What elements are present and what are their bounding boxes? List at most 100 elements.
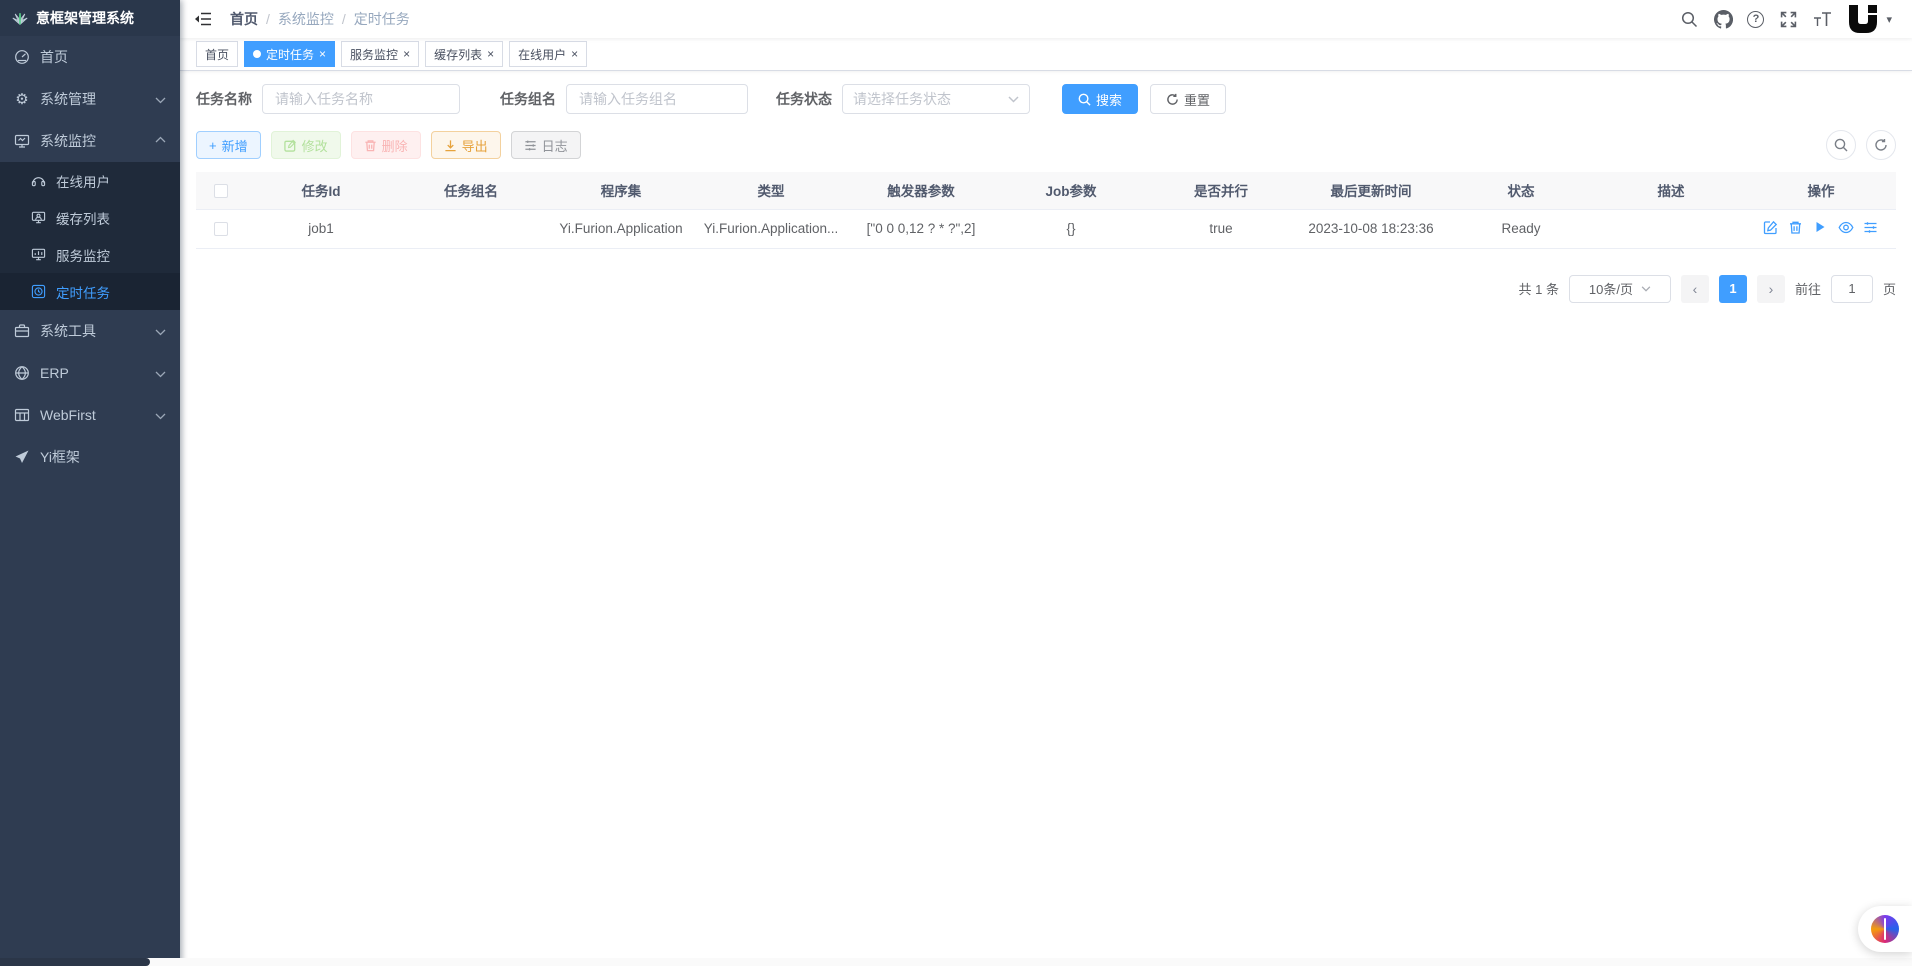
cell-assembly: Yi.Furion.Application <box>546 209 696 248</box>
sidebar-item-label: 缓存列表 <box>56 208 110 228</box>
row-run-icon[interactable] <box>1813 220 1829 236</box>
sidebar-item-cache-list[interactable]: 缓存列表 <box>0 199 180 236</box>
cell-status: Ready <box>1446 209 1596 248</box>
fullscreen-icon[interactable] <box>1778 9 1798 29</box>
tab-cache-list[interactable]: 缓存列表 × <box>425 41 503 67</box>
page-size-select[interactable]: 10条/页 <box>1569 275 1671 303</box>
font-size-icon[interactable] <box>1812 9 1832 29</box>
headset-icon <box>30 173 46 189</box>
reset-button[interactable]: 重置 <box>1150 84 1226 114</box>
sidebar-item-label: WebFirst <box>40 407 96 423</box>
breadcrumb-home[interactable]: 首页 <box>230 9 258 29</box>
github-icon[interactable] <box>1713 9 1733 29</box>
gear-icon: ⚙ <box>14 91 30 107</box>
briefcase-icon <box>14 323 30 339</box>
col-concurrent: 是否并行 <box>1146 172 1296 209</box>
sidebar-item-erp[interactable]: ERP <box>0 352 180 394</box>
col-status: 状态 <box>1446 172 1596 209</box>
sidebar-item-label: 系统管理 <box>40 89 96 109</box>
tab-close-icon[interactable]: × <box>403 48 410 60</box>
sidebar-item-webfirst[interactable]: WebFirst <box>0 394 180 436</box>
app-title: 意框架管理系统 <box>36 8 134 28</box>
col-job-args: Job参数 <box>996 172 1146 209</box>
leaf-logo-icon <box>12 10 28 26</box>
download-icon <box>444 139 457 152</box>
log-button[interactable]: 日志 <box>511 131 581 159</box>
select-all-checkbox[interactable] <box>214 184 228 198</box>
timer-icon <box>30 284 46 300</box>
server-monitor-icon <box>30 247 46 263</box>
assistant-fab-button[interactable] <box>1858 906 1912 952</box>
caret-down-icon: ▾ <box>1886 13 1892 26</box>
sidebar-item-scheduled-tasks[interactable]: 定时任务 <box>0 273 180 310</box>
sidebar-item-system-tools[interactable]: 系统工具 <box>0 310 180 352</box>
table-row[interactable]: job1 Yi.Furion.Application Yi.Furion.App… <box>196 209 1896 248</box>
delete-button[interactable]: 删除 <box>351 131 421 159</box>
row-checkbox[interactable] <box>214 222 228 236</box>
tab-online-users[interactable]: 在线用户 × <box>509 41 587 67</box>
refresh-table-button[interactable] <box>1866 130 1896 160</box>
tab-close-icon[interactable]: × <box>487 48 494 60</box>
chevron-down-icon <box>155 407 166 423</box>
page-unit-label: 页 <box>1883 279 1896 298</box>
edit-button[interactable]: 修改 <box>271 131 341 159</box>
row-delete-icon[interactable] <box>1788 220 1804 236</box>
task-status-label: 任务状态 <box>776 89 832 109</box>
cell-updated-at: 2023-10-08 18:23:36 <box>1296 209 1446 248</box>
row-edit-icon[interactable] <box>1763 220 1779 236</box>
tab-label: 在线用户 <box>518 46 566 63</box>
breadcrumb: 首页 / 系统监控 / 定时任务 <box>230 9 410 29</box>
select-placeholder: 请选择任务状态 <box>853 89 951 109</box>
page-number-current[interactable]: 1 <box>1719 275 1747 303</box>
row-log-icon[interactable] <box>1863 220 1879 236</box>
col-task-group: 任务组名 <box>396 172 546 209</box>
chevron-down-icon <box>155 323 166 339</box>
col-actions: 操作 <box>1746 172 1896 209</box>
tab-scheduled-tasks[interactable]: 定时任务 × <box>244 41 335 67</box>
sidebar-item-label: Yi框架 <box>40 447 80 467</box>
paper-plane-icon <box>14 449 30 465</box>
tab-close-icon[interactable]: × <box>319 48 326 60</box>
tab-close-icon[interactable]: × <box>571 48 578 60</box>
app-logo[interactable]: 意框架管理系统 <box>0 0 180 36</box>
show-search-button[interactable] <box>1826 130 1856 160</box>
goto-page-input[interactable] <box>1831 275 1873 303</box>
task-group-input[interactable] <box>566 84 748 114</box>
help-icon[interactable]: ? <box>1747 11 1764 28</box>
grid-table-icon <box>14 407 30 423</box>
sidebar-item-system-management[interactable]: ⚙ 系统管理 <box>0 78 180 120</box>
add-button[interactable]: + 新增 <box>196 131 261 159</box>
breadcrumb-separator: / <box>342 11 346 27</box>
page-content: 任务名称 任务组名 任务状态 请选择任务状态 搜索 重置 <box>180 71 1912 966</box>
next-page-button[interactable]: › <box>1757 275 1785 303</box>
sidebar-item-label: 首页 <box>40 47 68 67</box>
sidebar-item-yi-framework[interactable]: Yi框架 <box>0 436 180 478</box>
col-updated-at: 最后更新时间 <box>1296 172 1446 209</box>
task-name-input[interactable] <box>262 84 460 114</box>
system-monitor-submenu: 在线用户 缓存列表 服务监控 <box>0 162 180 310</box>
search-button[interactable]: 搜索 <box>1062 84 1138 114</box>
sidebar-item-system-monitor[interactable]: 系统监控 <box>0 120 180 162</box>
task-status-select[interactable]: 请选择任务状态 <box>842 84 1030 114</box>
col-trigger-args: 触发器参数 <box>846 172 996 209</box>
tab-service-monitor[interactable]: 服务监控 × <box>341 41 419 67</box>
export-button[interactable]: 导出 <box>431 131 501 159</box>
sidebar-item-service-monitor[interactable]: 服务监控 <box>0 236 180 273</box>
cell-task-id: job1 <box>246 209 396 248</box>
user-menu[interactable]: ▾ <box>1846 3 1898 35</box>
col-description: 描述 <box>1596 172 1746 209</box>
horizontal-scrollbar-track[interactable] <box>0 958 1912 966</box>
prev-page-button[interactable]: ‹ <box>1681 275 1709 303</box>
sidebar-item-home[interactable]: 首页 <box>0 36 180 78</box>
sidebar-item-online-users[interactable]: 在线用户 <box>0 162 180 199</box>
search-icon[interactable] <box>1679 9 1699 29</box>
col-assembly: 程序集 <box>546 172 696 209</box>
horizontal-scrollbar-thumb[interactable] <box>0 958 150 966</box>
sidebar-item-label: ERP <box>40 365 69 381</box>
tab-home[interactable]: 首页 <box>196 41 238 67</box>
chevron-down-icon <box>155 91 166 107</box>
row-view-icon[interactable] <box>1838 220 1854 236</box>
trash-icon <box>364 139 377 152</box>
sidebar-collapse-icon[interactable] <box>194 9 214 29</box>
filter-form: 任务名称 任务组名 任务状态 请选择任务状态 搜索 重置 <box>196 84 1896 114</box>
